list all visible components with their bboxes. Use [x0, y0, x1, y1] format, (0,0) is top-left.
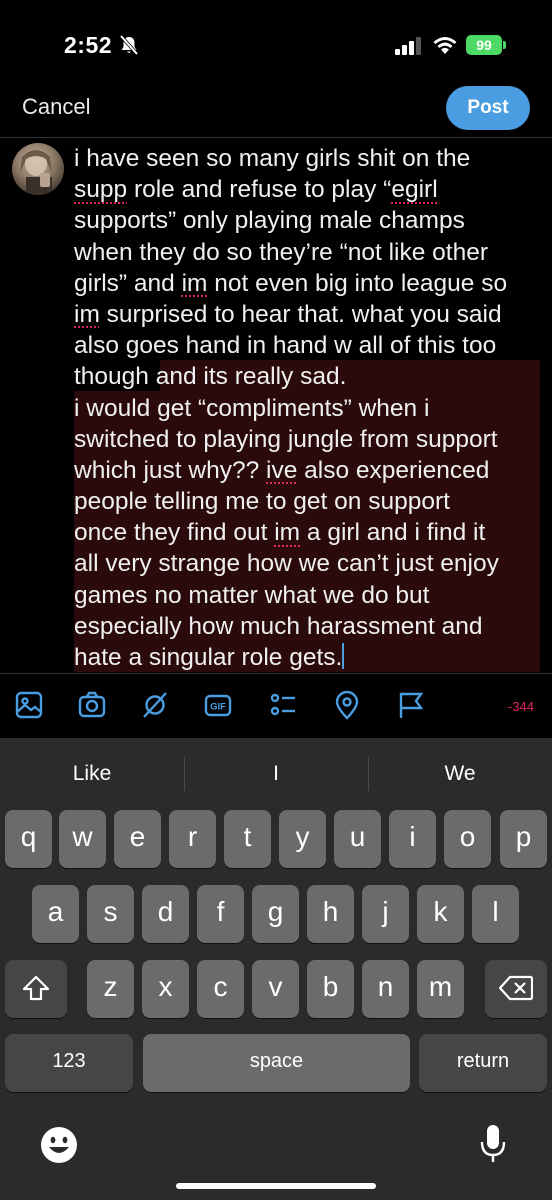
gif-icon[interactable]: GIF — [203, 690, 233, 720]
shift-key[interactable] — [5, 960, 67, 1018]
header-divider — [0, 137, 552, 138]
spellcheck-word: im — [181, 269, 208, 297]
toolbar-divider — [0, 673, 552, 674]
key-b[interactable]: b — [307, 960, 354, 1018]
shift-icon — [22, 975, 50, 1001]
emoji-icon[interactable] — [40, 1126, 78, 1164]
backspace-icon — [498, 975, 534, 1001]
key-r[interactable]: r — [169, 810, 216, 868]
avatar[interactable] — [12, 143, 64, 195]
tweet-line: supports” only playing male champs — [74, 207, 465, 235]
key-z[interactable]: z — [87, 960, 134, 1018]
key-e[interactable]: e — [114, 810, 161, 868]
signal-icon — [395, 37, 421, 55]
key-u[interactable]: u — [334, 810, 381, 868]
status-bar: 2:52 99 — [0, 0, 552, 90]
numbers-key[interactable]: 123 — [5, 1034, 133, 1092]
space-key[interactable]: space — [143, 1034, 410, 1092]
mute-bell-icon — [119, 34, 139, 56]
key-k[interactable]: k — [417, 885, 464, 943]
tweet-line: also goes hand in hand w all of this too — [74, 332, 497, 360]
microphone-icon[interactable] — [480, 1124, 506, 1164]
key-y[interactable]: y — [279, 810, 326, 868]
key-f[interactable]: f — [197, 885, 244, 943]
text-caret — [342, 643, 345, 669]
return-key[interactable]: return — [419, 1034, 547, 1092]
tweet-line: games no matter what we do but — [74, 581, 430, 609]
key-j[interactable]: j — [362, 885, 409, 943]
key-w[interactable]: w — [59, 810, 106, 868]
gif-label: GIF — [210, 702, 226, 713]
key-t[interactable]: t — [224, 810, 271, 868]
key-h[interactable]: h — [307, 885, 354, 943]
key-i[interactable]: i — [389, 810, 436, 868]
suggestion-1[interactable]: Like — [0, 762, 184, 786]
camera-icon[interactable] — [77, 690, 107, 720]
image-icon[interactable] — [14, 690, 44, 720]
post-button[interactable]: Post — [446, 86, 530, 130]
spellcheck-word: im — [274, 519, 301, 547]
spellcheck-word: egirl — [391, 176, 438, 204]
tweet-line: though and its really sad. — [74, 363, 347, 391]
battery-level: 99 — [476, 37, 492, 53]
spellcheck-word: ive — [266, 456, 298, 484]
tweet-line: i would get “compliments” when i — [74, 394, 430, 422]
cancel-button[interactable]: Cancel — [22, 94, 90, 120]
flag-icon[interactable] — [396, 690, 426, 720]
home-indicator — [176, 1183, 376, 1189]
tweet-line: especially how much harassment and — [74, 612, 483, 640]
location-icon[interactable] — [332, 690, 362, 720]
tweet-line: all very strange how we can’t just enjoy — [74, 550, 499, 578]
battery-icon: 99 — [466, 35, 502, 55]
tweet-text-editor[interactable]: i have seen so many girls shit on the su… — [74, 143, 544, 673]
wifi-icon — [433, 37, 457, 54]
tweet-line: i have seen so many girls shit on the — [74, 145, 471, 172]
key-s[interactable]: s — [87, 885, 134, 943]
key-n[interactable]: n — [362, 960, 409, 1018]
spellcheck-word: supp — [74, 176, 128, 204]
tweet-line: im surprised to hear that. what you said — [74, 300, 502, 328]
key-o[interactable]: o — [444, 810, 491, 868]
key-p[interactable]: p — [500, 810, 547, 868]
key-q[interactable]: q — [5, 810, 52, 868]
avatar-image — [20, 150, 52, 195]
status-time: 2:52 — [64, 32, 113, 58]
tweet-line: girls” and im not even big into league s… — [74, 269, 508, 297]
tweet-line: supp role and refuse to play “egirl — [74, 176, 438, 204]
key-l[interactable]: l — [472, 885, 519, 943]
suggestion-2[interactable]: I — [184, 762, 368, 786]
key-x[interactable]: x — [142, 960, 189, 1018]
suggestion-3[interactable]: We — [368, 762, 552, 786]
key-g[interactable]: g — [252, 885, 299, 943]
tweet-line: people telling me to get on support — [74, 488, 450, 516]
key-c[interactable]: c — [197, 960, 244, 1018]
tweet-line: which just why?? ive also experienced — [74, 456, 490, 484]
battery-tip — [503, 41, 506, 49]
tweet-line: switched to playing jungle from support — [74, 425, 498, 453]
key-m[interactable]: m — [417, 960, 464, 1018]
spellcheck-word: im — [74, 300, 100, 328]
key-v[interactable]: v — [252, 960, 299, 1018]
grok-icon[interactable] — [140, 690, 170, 720]
key-a[interactable]: a — [32, 885, 79, 943]
tweet-line: hate a singular role gets. — [74, 643, 345, 671]
delete-key[interactable] — [485, 960, 547, 1018]
tweet-line: when they do so they’re “not like other — [74, 238, 489, 266]
key-d[interactable]: d — [142, 885, 189, 943]
poll-icon[interactable] — [268, 690, 298, 720]
character-count: -344 — [508, 699, 535, 714]
tweet-line: once they find out im a girl and i find … — [74, 519, 486, 547]
